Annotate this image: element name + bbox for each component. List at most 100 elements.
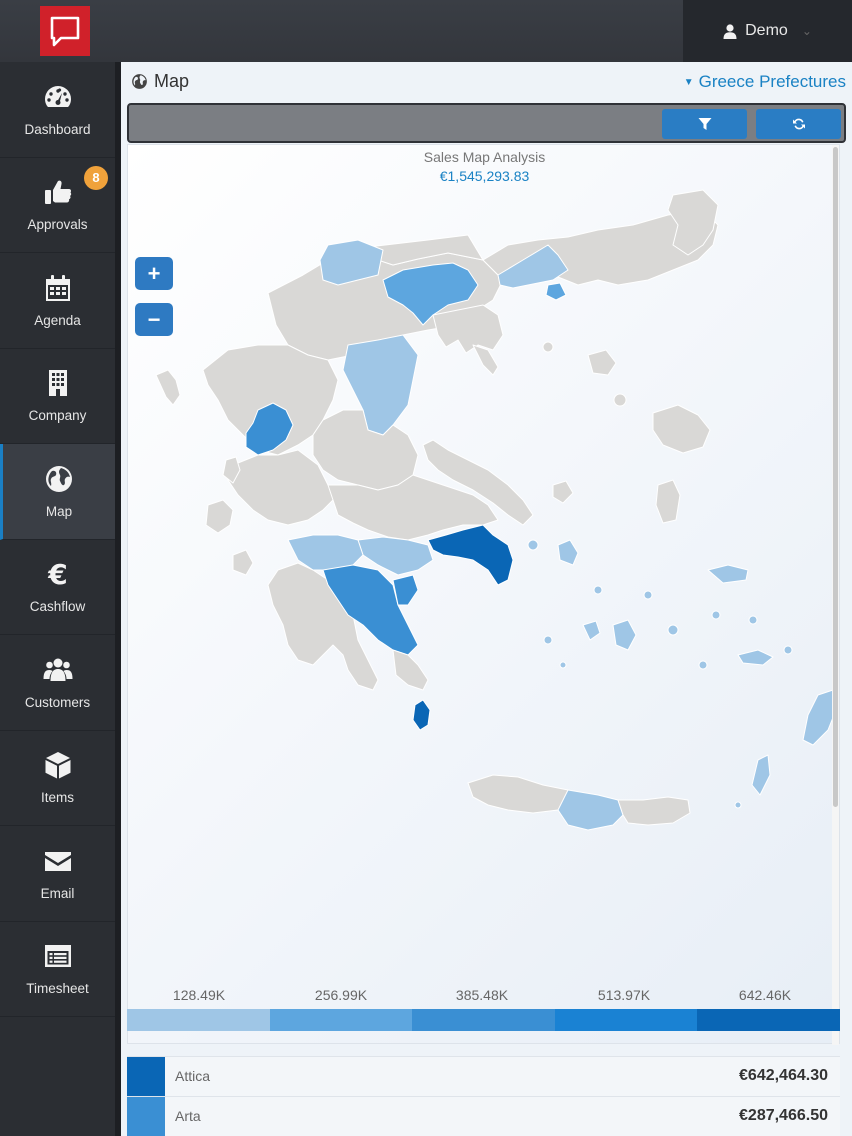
map-islet — [711, 610, 721, 620]
region-dropdown[interactable]: ▼ Greece Prefectures — [684, 72, 846, 92]
sidebar-item-map[interactable]: Map — [0, 444, 115, 540]
sidebar-item-label: Timesheet — [26, 981, 89, 997]
legend-label: 642.46K — [738, 987, 792, 1003]
globe-icon — [46, 465, 72, 492]
zoom-out-button[interactable]: − — [135, 303, 173, 336]
sidebar-item-dashboard[interactable]: Dashboard — [0, 62, 115, 158]
zoom-in-button[interactable]: + — [135, 257, 173, 290]
page-header: Map ▼ Greece Prefectures — [121, 62, 852, 102]
legend-swatch — [412, 1009, 555, 1031]
map-region-lesvos — [652, 404, 711, 454]
legend-label: 256.99K — [314, 987, 368, 1003]
user-menu[interactable]: Demo ⌄ — [683, 0, 852, 62]
map-total-value: €1,545,293.83 — [439, 168, 530, 184]
map-islet — [643, 590, 653, 600]
map-islet — [542, 341, 554, 353]
region-dropdown-label: Greece Prefectures — [698, 72, 846, 91]
result-color-swatch — [127, 1097, 165, 1136]
map-region-dodecanese-kos — [737, 649, 774, 666]
legend-label: 128.49K — [172, 987, 226, 1003]
legend-swatch — [269, 1009, 413, 1031]
sidebar-item-company[interactable]: Company — [0, 349, 115, 444]
thumbs-up-icon — [44, 180, 71, 205]
map-panel: Sales Map Analysis €1,545,293.83 + − — [127, 144, 840, 1045]
map-region-corfu — [155, 369, 181, 406]
sidebar-item-customers[interactable]: Customers — [0, 635, 115, 731]
user-icon — [723, 23, 737, 39]
legend-swatch — [127, 1009, 270, 1031]
map-region-karpathos — [751, 754, 771, 796]
globe-icon — [132, 74, 147, 89]
scrollbar-thumb[interactable] — [833, 147, 838, 807]
refresh-icon — [792, 118, 805, 130]
refresh-button[interactable] — [756, 109, 841, 139]
map-region-attica — [427, 524, 514, 586]
calendar-icon — [45, 274, 70, 301]
map-region-heraklion — [557, 789, 624, 831]
sidebar-item-label: Agenda — [34, 312, 81, 328]
map-region-crete-east — [617, 796, 691, 826]
users-icon — [43, 658, 72, 681]
map-region-chalkidiki-peninsula — [472, 344, 499, 376]
result-value: €642,464.30 — [739, 1067, 828, 1084]
map-islet — [527, 539, 539, 551]
result-name: Arta — [175, 1108, 201, 1124]
map-islet — [559, 661, 567, 669]
results-list: Attica €642,464.30 Arta €287,466.50 — [127, 1056, 840, 1136]
map-islet — [734, 801, 742, 809]
sidebar-item-timesheet[interactable]: Timesheet — [0, 922, 115, 1017]
page-title-text: Map — [154, 71, 190, 91]
sidebar-item-label: Map — [45, 503, 73, 519]
page-title: Map — [131, 71, 189, 92]
list-item[interactable]: Attica €642,464.30 — [127, 1056, 840, 1097]
map-islet — [593, 585, 603, 595]
map-region-samos — [707, 564, 749, 584]
map-islet — [698, 660, 708, 670]
map-region-laconia — [392, 649, 429, 691]
map-region-cyclades-naxos — [612, 619, 637, 651]
building-icon — [48, 370, 67, 397]
sidebar-item-label: Items — [40, 790, 74, 806]
list-item[interactable]: Arta €287,466.50 — [127, 1096, 840, 1136]
map-region-lemnos — [587, 349, 617, 376]
legend-color-scale — [127, 1009, 840, 1031]
sidebar-item-cashflow[interactable]: € Cashflow — [0, 540, 115, 635]
top-bar: Demo ⌄ — [0, 0, 852, 62]
map-islet — [613, 393, 627, 407]
sidebar-item-label: Cashflow — [29, 599, 86, 615]
svg-text:€: € — [47, 559, 67, 589]
map-region-kythira — [412, 699, 431, 731]
sidebar-item-label: Email — [40, 885, 75, 901]
map-islet — [783, 645, 793, 655]
map-islet — [543, 635, 553, 645]
map-scrollbar[interactable] — [832, 145, 839, 1045]
filter-button[interactable] — [662, 109, 747, 139]
app-logo[interactable] — [40, 6, 90, 56]
filter-icon — [698, 118, 711, 130]
sidebar-item-email[interactable]: Email — [0, 826, 115, 922]
greece-prefectures-map[interactable] — [128, 185, 834, 975]
chat-logo-icon — [50, 16, 80, 47]
chevron-down-icon: ⌄ — [801, 24, 812, 38]
sidebar-item-items[interactable]: Items — [0, 731, 115, 826]
sidebar-item-agenda[interactable]: Agenda — [0, 253, 115, 349]
sidebar-item-label: Company — [28, 408, 87, 424]
map-region-thasos — [545, 282, 567, 301]
sidebar-item-label: Dashboard — [24, 121, 91, 137]
map-region-kefalonia — [205, 499, 234, 534]
cube-icon — [45, 752, 70, 779]
list-icon — [44, 945, 71, 968]
map-region-skyros — [552, 480, 574, 504]
map-region-rhodes — [802, 689, 834, 746]
sidebar-item-approvals[interactable]: Approvals 8 — [0, 158, 115, 253]
envelope-icon — [44, 851, 71, 871]
filter-toolbar — [127, 103, 846, 143]
map-region-chios — [655, 479, 681, 524]
map-region-crete-west — [467, 774, 574, 814]
map-region-cyclades-paros — [582, 620, 601, 641]
sidebar-item-label: Approvals — [27, 217, 88, 233]
legend-swatch — [554, 1009, 698, 1031]
map-region-cyclades-andros — [557, 539, 579, 566]
legend-labels: 128.49K 256.99K 385.48K 513.97K 642.46K — [127, 987, 840, 1007]
caret-down-icon: ▼ — [683, 76, 694, 88]
